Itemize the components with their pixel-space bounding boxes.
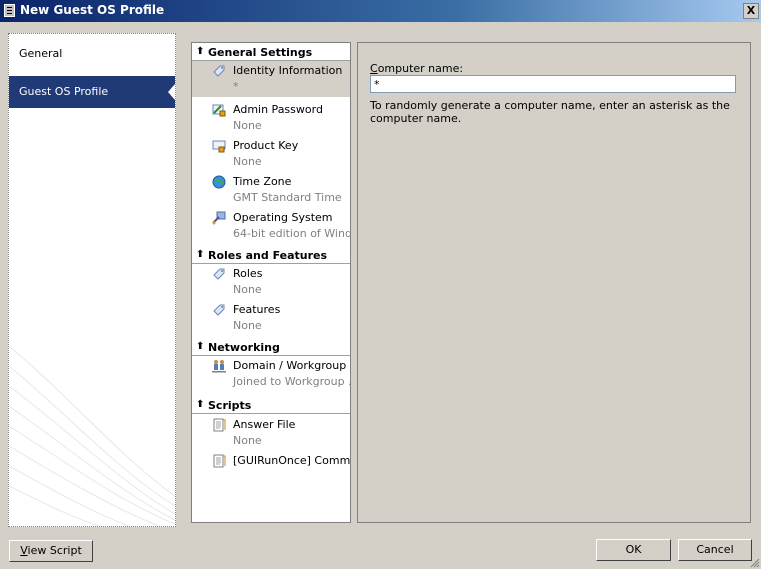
collapse-icon: ⬆ <box>196 341 205 352</box>
cancel-button[interactable]: Cancel <box>678 539 752 561</box>
tag-icon <box>213 268 225 280</box>
section-scripts[interactable]: ⬆ Scripts <box>192 398 350 414</box>
detail-panel: Computer name: To randomly generate a co… <box>357 42 751 523</box>
title-bar: New Guest OS Profile X <box>0 0 761 22</box>
operating-system-icon <box>212 211 226 225</box>
collapse-icon: ⬆ <box>196 46 205 57</box>
computer-name-input[interactable] <box>370 75 736 93</box>
selection-notch <box>168 84 175 100</box>
section-roles-and-features[interactable]: ⬆ Roles and Features <box>192 248 350 264</box>
product-key-icon <box>212 140 226 153</box>
list-item-admin-password[interactable]: Admin Password None <box>192 100 350 136</box>
view-script-button[interactable]: View Script <box>9 540 93 562</box>
nav-item-general[interactable]: General <box>9 38 175 70</box>
list-item-identity-information[interactable]: Identity Information * <box>192 61 350 97</box>
resize-grip-icon[interactable] <box>750 558 760 568</box>
settings-list: ⬆ General Settings Identity Information … <box>191 42 351 523</box>
password-icon <box>212 104 226 117</box>
tag-icon <box>213 65 225 77</box>
close-button[interactable]: X <box>743 3 759 19</box>
globe-icon <box>212 175 226 189</box>
window-icon <box>4 4 15 17</box>
section-general-settings[interactable]: ⬆ General Settings <box>192 45 350 61</box>
nav-item-label: Guest OS Profile <box>19 85 109 98</box>
collapse-icon: ⬆ <box>196 249 205 260</box>
collapse-icon: ⬆ <box>196 399 205 410</box>
window-title: New Guest OS Profile <box>20 3 165 17</box>
script-file-icon <box>213 418 226 432</box>
decorative-waves <box>9 345 175 526</box>
list-item-time-zone[interactable]: Time Zone GMT Standard Time <box>192 172 350 208</box>
computer-name-label: Computer name: <box>370 62 464 75</box>
left-nav: General Guest OS Profile <box>8 33 176 527</box>
network-users-icon <box>212 360 226 373</box>
list-item-product-key[interactable]: Product Key None <box>192 136 350 172</box>
list-item-features[interactable]: Features None <box>192 300 350 336</box>
list-item-guirunonce-commands[interactable]: [GUIRunOnce] Comm... <box>192 451 350 487</box>
script-file-icon <box>213 454 226 468</box>
section-networking[interactable]: ⬆ Networking <box>192 340 350 356</box>
list-item-roles[interactable]: Roles None <box>192 264 350 300</box>
computer-name-help: To randomly generate a computer name, en… <box>370 99 730 125</box>
tag-icon <box>213 304 225 316</box>
list-item-domain-workgroup[interactable]: Domain / Workgroup Joined to Workgroup .… <box>192 356 350 392</box>
ok-button[interactable]: OK <box>596 539 671 561</box>
nav-item-guest-os-profile[interactable]: Guest OS Profile <box>9 76 175 108</box>
list-item-answer-file[interactable]: Answer File None <box>192 415 350 451</box>
list-item-operating-system[interactable]: Operating System 64-bit edition of Wind.… <box>192 208 350 244</box>
